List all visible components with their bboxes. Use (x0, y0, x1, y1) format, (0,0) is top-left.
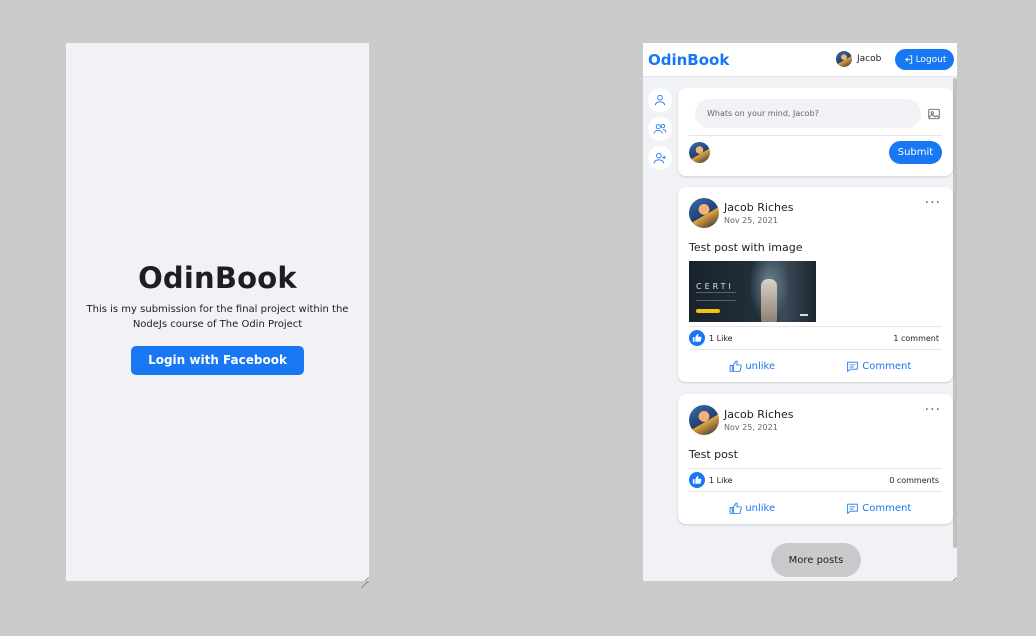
post-stats: 1 Like 1 comment (689, 326, 942, 350)
thumbs-up-icon (729, 360, 743, 372)
likes-summary[interactable]: 1 Like (689, 472, 733, 488)
post-date: Nov 25, 2021 (724, 423, 778, 432)
logout-button[interactable]: Logout (895, 49, 954, 70)
nav-user-profile[interactable]: Jacob (836, 51, 881, 67)
unlike-label: unlike (745, 502, 776, 514)
image-text-lines (696, 292, 736, 301)
likes-summary[interactable]: 1 Like (689, 330, 733, 346)
image-person (761, 279, 777, 322)
post-actions: unlike Comment (689, 495, 942, 521)
resize-grip-icon[interactable] (361, 573, 369, 581)
post-card: Jacob Riches Nov 25, 2021 ··· Test post … (678, 187, 953, 382)
thumbs-up-icon (729, 502, 743, 514)
feed-window: OdinBook Jacob Logout Submit (643, 43, 957, 581)
image-upload-icon[interactable] (927, 107, 941, 121)
avatar[interactable] (689, 405, 719, 435)
login-window: OdinBook This is my submission for the f… (66, 43, 369, 581)
like-badge (689, 472, 705, 488)
logout-icon (904, 55, 912, 64)
post-stats: 1 Like 0 comments (689, 468, 942, 492)
top-navbar: OdinBook Jacob Logout (643, 43, 957, 77)
login-description: This is my submission for the final proj… (86, 304, 349, 330)
nav-username: Jacob (857, 54, 882, 64)
like-badge (689, 330, 705, 346)
post-composer: Submit (678, 88, 953, 176)
post-text: Test post with image (689, 241, 803, 254)
comment-count[interactable]: 1 comment (893, 334, 939, 343)
comment-button[interactable]: Comment (816, 495, 943, 521)
sidebar-item-profile[interactable] (648, 88, 672, 112)
image-dots (800, 314, 808, 316)
image-caption: CERTI (696, 282, 734, 291)
like-count: 1 Like (709, 475, 733, 485)
sidebar (648, 88, 672, 175)
sidebar-item-add-friend[interactable] (648, 146, 672, 170)
comment-count[interactable]: 0 comments (889, 476, 939, 485)
image-bar (696, 309, 720, 313)
friends-icon (653, 123, 667, 134)
resize-grip-icon[interactable] (949, 573, 957, 581)
post-date: Nov 25, 2021 (724, 216, 778, 225)
avatar (836, 51, 852, 67)
more-posts-button[interactable]: More posts (771, 543, 861, 577)
comment-label: Comment (862, 502, 912, 514)
post-header: Jacob Riches Nov 25, 2021 (689, 405, 793, 435)
unlike-button[interactable]: unlike (689, 495, 816, 521)
post-card: Jacob Riches Nov 25, 2021 ··· Test post … (678, 394, 953, 524)
brand-logo[interactable]: OdinBook (648, 51, 729, 69)
add-friend-icon (653, 152, 666, 164)
post-author[interactable]: Jacob Riches (724, 201, 793, 214)
post-meta: Jacob Riches Nov 25, 2021 (724, 201, 793, 225)
post-input[interactable] (695, 99, 921, 128)
post-author[interactable]: Jacob Riches (724, 408, 793, 421)
more-options-icon[interactable]: ··· (925, 196, 941, 210)
submit-post-button[interactable]: Submit (889, 141, 942, 164)
post-meta: Jacob Riches Nov 25, 2021 (724, 408, 793, 432)
like-count: 1 Like (709, 333, 733, 343)
post-text: Test post (689, 448, 738, 461)
login-content: OdinBook This is my submission for the f… (66, 261, 369, 375)
thumbs-up-icon (692, 475, 702, 484)
avatar (689, 142, 710, 163)
logout-label: Logout (915, 54, 947, 65)
profile-icon (654, 94, 666, 106)
post-image[interactable]: CERTI (689, 261, 816, 322)
avatar[interactable] (689, 198, 719, 228)
divider (689, 135, 942, 136)
login-title: OdinBook (138, 261, 297, 295)
post-header: Jacob Riches Nov 25, 2021 (689, 198, 793, 228)
comment-icon (847, 503, 859, 514)
unlike-label: unlike (745, 360, 776, 372)
comment-label: Comment (862, 360, 912, 372)
unlike-button[interactable]: unlike (689, 353, 816, 379)
sidebar-item-friends[interactable] (648, 117, 672, 141)
more-options-icon[interactable]: ··· (925, 403, 941, 417)
thumbs-up-icon (692, 333, 702, 342)
login-with-facebook-button[interactable]: Login with Facebook (131, 346, 304, 375)
comment-button[interactable]: Comment (816, 353, 943, 379)
comment-icon (847, 361, 859, 372)
scrollbar[interactable] (953, 78, 957, 548)
post-actions: unlike Comment (689, 353, 942, 379)
